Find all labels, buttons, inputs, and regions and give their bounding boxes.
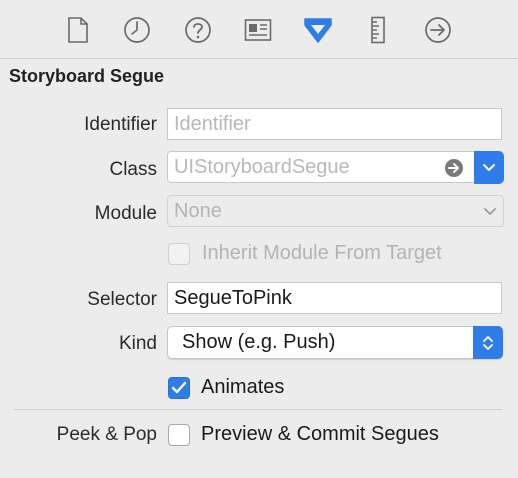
chevron-down-icon	[483, 163, 495, 171]
class-input[interactable]: UIStoryboardSegue	[167, 151, 475, 183]
help-icon[interactable]	[182, 14, 214, 46]
kind-stepper	[473, 326, 503, 359]
class-dropdown-button[interactable]	[474, 151, 504, 184]
section-title: Storyboard Segue	[9, 66, 165, 86]
identifier-input[interactable]: Identifier	[167, 108, 502, 140]
ruler-icon[interactable]	[362, 14, 394, 46]
attributes-inspector-icon[interactable]	[302, 14, 334, 46]
identifier-label: Identifier	[84, 114, 157, 135]
animates-checkbox[interactable]	[168, 377, 190, 399]
inherit-module-label: Inherit Module From Target	[202, 242, 442, 264]
checkmark-icon	[171, 381, 187, 394]
kind-popup-button[interactable]: Show (e.g. Push)	[167, 326, 503, 359]
chevron-down-icon	[484, 208, 496, 215]
inherit-module-checkbox[interactable]	[168, 243, 190, 265]
module-label: Module	[94, 203, 157, 224]
kind-label: Kind	[118, 333, 157, 354]
preview-commit-checkbox[interactable]	[168, 424, 190, 446]
identity-card-icon[interactable]	[242, 14, 274, 46]
kind-value: Show (e.g. Push)	[182, 331, 336, 353]
goto-class-icon[interactable]	[443, 157, 465, 179]
module-select[interactable]: None	[167, 195, 504, 227]
section-divider	[14, 409, 502, 410]
up-down-chevron-icon	[483, 335, 493, 350]
module-value: None	[174, 200, 222, 222]
file-icon[interactable]	[62, 14, 94, 46]
clock-icon[interactable]	[121, 14, 153, 46]
animates-label: Animates	[201, 376, 285, 398]
inspector-toolbar	[0, 0, 518, 59]
class-label: Class	[109, 159, 157, 180]
connections-arrow-icon[interactable]	[422, 14, 454, 46]
peek-pop-label: Peek & Pop	[56, 424, 157, 445]
selector-label: Selector	[87, 289, 157, 310]
preview-commit-label: Preview & Commit Segues	[201, 423, 439, 445]
selector-input[interactable]: SegueToPink	[167, 282, 502, 314]
